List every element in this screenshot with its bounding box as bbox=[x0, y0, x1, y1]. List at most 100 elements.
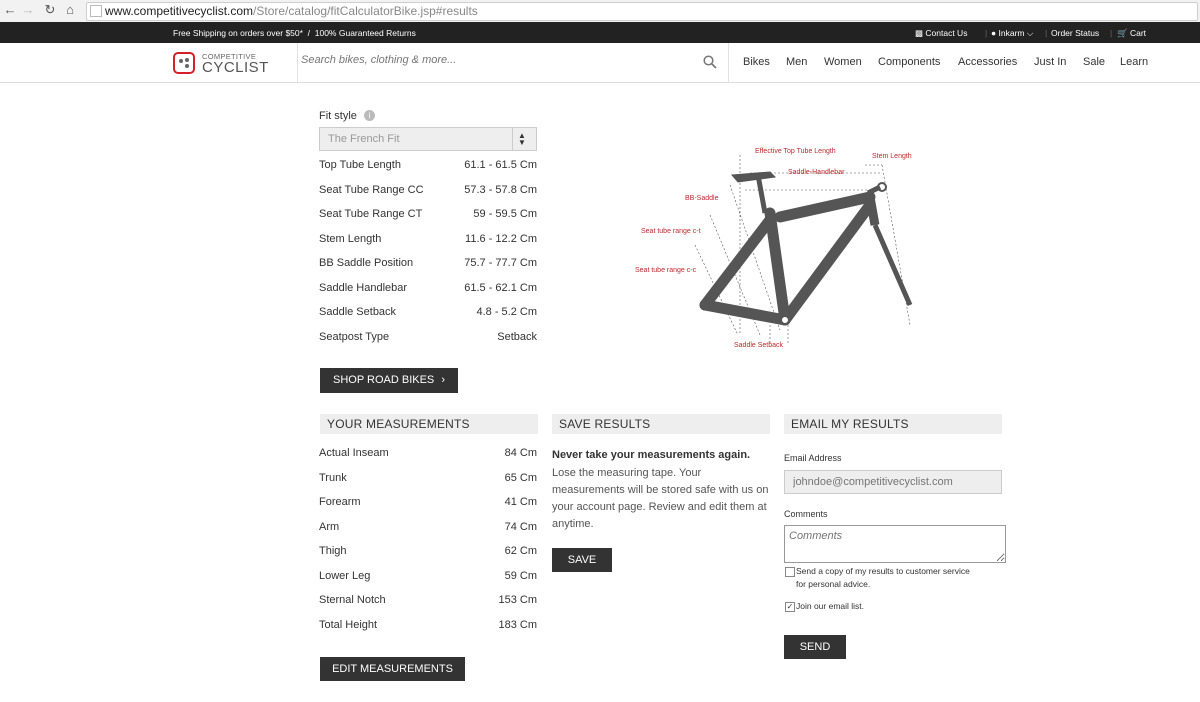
url-path: /Store/catalog/fitCalculatorBike.jsp#res… bbox=[253, 4, 478, 18]
search-box bbox=[297, 43, 729, 82]
nav-accessories[interactable]: Accessories bbox=[958, 56, 1017, 68]
diagram-guides bbox=[694, 155, 911, 345]
fit-row-value: 61.1 - 61.5 Cm bbox=[464, 159, 537, 171]
fit-row-value: Setback bbox=[497, 330, 537, 343]
address-bar[interactable]: www.competitivecyclist.com/Store/catalog… bbox=[86, 2, 1198, 21]
nav-components[interactable]: Components bbox=[878, 56, 940, 68]
search-input[interactable] bbox=[299, 53, 683, 67]
fit-row-label: Seat Tube Range CT bbox=[319, 208, 423, 220]
account-menu[interactable]: ● Inkarm ⌵ bbox=[991, 28, 1033, 39]
contact-us-link[interactable]: ▩ Contact Us bbox=[915, 28, 967, 39]
fit-style-label: Fit style bbox=[319, 110, 357, 122]
measurement-label: Sternal Notch bbox=[319, 594, 386, 606]
home-icon[interactable]: ⌂ bbox=[62, 2, 78, 17]
user-name: Inkarm bbox=[998, 28, 1025, 38]
site-logo[interactable]: COMPETITIVE CYCLIST bbox=[173, 52, 268, 76]
fit-row-value: 61.5 - 62.1 Cm bbox=[464, 281, 537, 294]
shop-road-bikes-button[interactable]: SHOP ROAD BIKES › bbox=[320, 368, 458, 393]
bike-frame bbox=[699, 191, 876, 326]
send-button[interactable]: SEND bbox=[784, 635, 846, 659]
email-address-field[interactable] bbox=[784, 470, 1002, 494]
copy-checkbox[interactable] bbox=[785, 567, 795, 577]
email-results-header: EMAIL MY RESULTS bbox=[784, 414, 1002, 434]
url-domain: www.competitivecyclist.com bbox=[105, 4, 254, 18]
cart-icon: 🛒 bbox=[1117, 28, 1128, 38]
comments-label: Comments bbox=[784, 509, 828, 519]
save-body: Lose the measuring tape. Your measuremen… bbox=[552, 467, 769, 530]
measurement-label: Thigh bbox=[319, 545, 347, 557]
measurement-label: Trunk bbox=[319, 471, 347, 484]
measurement-value: 59 Cm bbox=[504, 569, 537, 582]
info-icon[interactable]: i bbox=[364, 110, 375, 121]
measurement-value: 62 Cm bbox=[504, 545, 537, 557]
fit-row-label: Seatpost Type bbox=[319, 330, 390, 343]
chevron-down-icon: ⌵ bbox=[1026, 28, 1034, 38]
forward-icon[interactable]: → bbox=[20, 2, 36, 17]
edit-measurements-button[interactable]: EDIT MEASUREMENTS bbox=[320, 657, 465, 681]
email-results-title: EMAIL MY RESULTS bbox=[791, 417, 909, 431]
bike-fit-diagram: Effective Top Tube Length Stem Length Sa… bbox=[635, 148, 913, 349]
label-stem: Stem Length bbox=[872, 153, 912, 160]
copy-checkbox-label-2: for personal advice. bbox=[796, 579, 871, 589]
measurement-label: Total Height bbox=[319, 618, 378, 631]
measurements-title: YOUR MEASUREMENTS bbox=[327, 417, 470, 431]
back-icon[interactable]: ← bbox=[2, 2, 18, 17]
fit-row-label: Saddle Setback bbox=[319, 306, 397, 318]
content-divider bbox=[320, 82, 1008, 83]
bike-parts bbox=[730, 171, 913, 325]
nav-learn[interactable]: Learn bbox=[1120, 56, 1148, 68]
order-status-link[interactable]: Order Status bbox=[1051, 28, 1099, 38]
promo-bar: Free Shipping on orders over $50* / 100%… bbox=[0, 22, 1200, 43]
nav-men[interactable]: Men bbox=[786, 56, 807, 68]
chevron-right-icon: › bbox=[441, 374, 445, 386]
nav-sale[interactable]: Sale bbox=[1083, 56, 1105, 68]
join-checkbox-label: Join our email list. bbox=[796, 601, 865, 611]
select-arrows-icon: ▲ ▼ bbox=[518, 131, 526, 147]
comments-field[interactable] bbox=[784, 525, 1006, 563]
fit-row-value: 4.8 - 5.2 Cm bbox=[476, 306, 537, 318]
search-icon[interactable] bbox=[703, 55, 717, 69]
save-results-title: SAVE RESULTS bbox=[559, 417, 651, 431]
logo-icon bbox=[173, 52, 195, 74]
label-bb-saddle: BB-Saddle bbox=[685, 195, 719, 202]
fit-row-label: Seat Tube Range CC bbox=[319, 183, 424, 196]
browser-toolbar: ← → ↻ ⌂ www.competitivecyclist.com/Store… bbox=[0, 0, 1200, 23]
nav-women[interactable]: Women bbox=[824, 56, 862, 68]
cart-label: Cart bbox=[1129, 28, 1147, 38]
measurement-label: Lower Leg bbox=[319, 569, 371, 582]
fit-row-value: 59 - 59.5 Cm bbox=[473, 208, 537, 220]
cart-link[interactable]: 🛒 Cart bbox=[1117, 28, 1146, 39]
save-headline: Never take your measurements again. bbox=[552, 449, 751, 461]
measurement-value: 65 Cm bbox=[504, 471, 537, 484]
fit-row-value: 57.3 - 57.8 Cm bbox=[464, 183, 537, 196]
measurement-value: 183 Cm bbox=[498, 618, 537, 631]
measurement-label: Actual Inseam bbox=[319, 447, 389, 459]
nav-bikes[interactable]: Bikes bbox=[743, 56, 770, 68]
shipping-text: Free Shipping on orders over $50* / 100%… bbox=[173, 28, 416, 38]
measurement-value: 153 Cm bbox=[498, 594, 537, 606]
join-checkbox[interactable]: ✓ bbox=[785, 602, 795, 612]
email-address-label: Email Address bbox=[784, 453, 842, 463]
measurement-label: Forearm bbox=[319, 496, 361, 508]
fit-row-label: Stem Length bbox=[319, 232, 382, 245]
nav-just-in[interactable]: Just In bbox=[1034, 56, 1066, 68]
reload-icon[interactable]: ↻ bbox=[42, 2, 58, 18]
copy-checkbox-label: Send a copy of my results to customer se… bbox=[796, 566, 970, 576]
page-icon bbox=[90, 5, 102, 17]
label-top-tube: Effective Top Tube Length bbox=[755, 148, 836, 155]
chat-icon: ▩ bbox=[915, 28, 924, 38]
save-button[interactable]: SAVE bbox=[552, 548, 612, 572]
fit-style-value: The French Fit bbox=[328, 133, 400, 145]
measurement-value: 84 Cm bbox=[504, 447, 537, 459]
measurement-label: Arm bbox=[319, 520, 340, 533]
label-saddle-handlebar: Saddle-Handlebar bbox=[788, 169, 845, 176]
fit-style-select[interactable]: The French Fit ▲ ▼ bbox=[319, 127, 537, 151]
logo-line2: CYCLIST bbox=[202, 59, 269, 76]
label-seat-cc: Seat tube range c-c bbox=[635, 267, 697, 274]
fit-row-value: 11.6 - 12.2 Cm bbox=[465, 232, 537, 245]
fit-row-label: Saddle Handlebar bbox=[319, 281, 408, 294]
label-setback: Saddle Setback bbox=[734, 342, 784, 349]
measurement-value: 74 Cm bbox=[504, 520, 537, 533]
fit-row-label: Top Tube Length bbox=[319, 159, 401, 171]
measurements-header: YOUR MEASUREMENTS bbox=[320, 414, 538, 434]
